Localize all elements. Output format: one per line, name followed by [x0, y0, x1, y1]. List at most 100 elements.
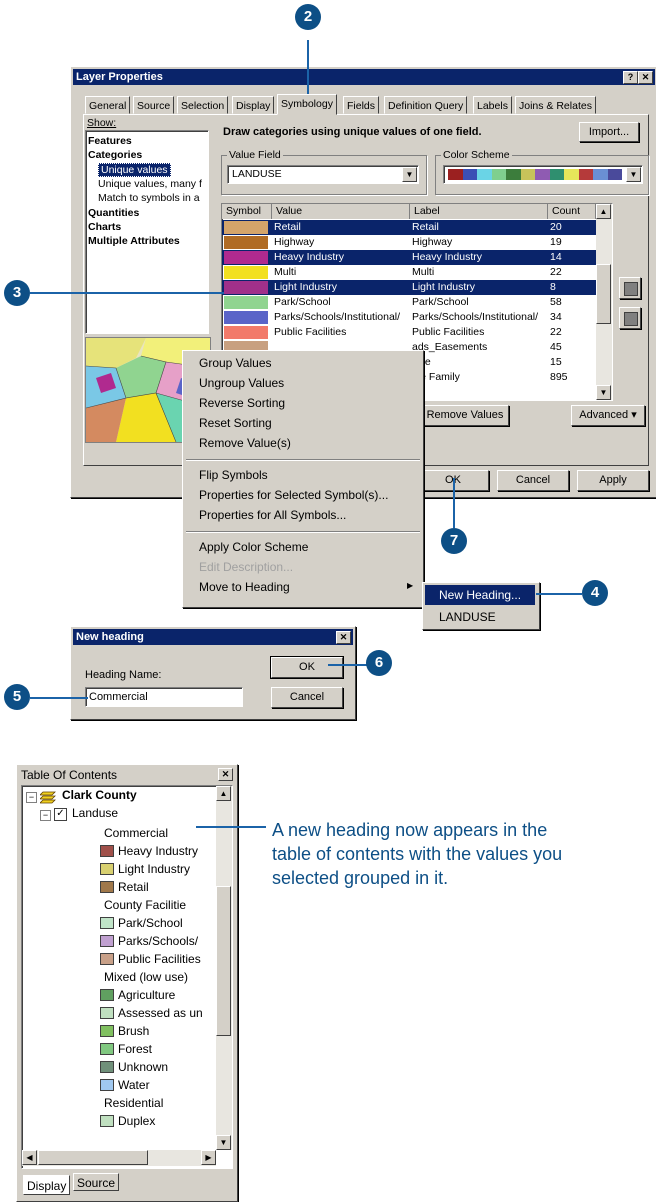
symbol-swatch[interactable]: [224, 311, 268, 324]
table-row[interactable]: Heavy Industry Heavy Industry 14: [222, 250, 596, 265]
scroll-left-icon[interactable]: ◀: [22, 1150, 37, 1165]
tab-definition-query[interactable]: Definition Query: [384, 96, 468, 114]
legend-swatch[interactable]: [100, 935, 114, 947]
toc-class-label[interactable]: Unknown: [118, 1058, 168, 1076]
tab-display[interactable]: Display: [232, 96, 275, 114]
scroll-up-icon[interactable]: ▲: [216, 786, 231, 801]
help-icon[interactable]: ?: [623, 71, 638, 84]
column-header-symbol[interactable]: Symbol: [222, 204, 272, 219]
legend-swatch[interactable]: [100, 1079, 114, 1091]
column-header-value[interactable]: Value: [272, 204, 410, 219]
chevron-down-icon[interactable]: ▼: [626, 167, 641, 182]
toc-class-label[interactable]: Agriculture: [118, 986, 175, 1004]
toc-class-label[interactable]: Public Facilities: [118, 950, 201, 968]
show-tree-item[interactable]: Multiple Attributes: [88, 235, 180, 247]
table-row[interactable]: Multi Multi 22: [222, 265, 596, 280]
toc-class-label[interactable]: Forest: [118, 1040, 152, 1058]
cancel-button[interactable]: Cancel: [497, 470, 569, 491]
symbol-swatch[interactable]: [224, 251, 268, 264]
menu-item[interactable]: Group Values: [199, 353, 272, 373]
symbol-swatch[interactable]: [224, 236, 268, 249]
symbol-swatch[interactable]: [224, 281, 268, 294]
toc-heading[interactable]: Mixed (low use): [104, 968, 188, 986]
table-row[interactable]: Public Facilities Public Facilities 22: [222, 325, 596, 340]
toc-class-label[interactable]: Assessed as un: [118, 1004, 203, 1022]
tab-toc-display[interactable]: Display: [23, 1175, 71, 1195]
collapse-map-icon[interactable]: −: [26, 792, 37, 803]
tab-symbology[interactable]: Symbology: [277, 94, 337, 115]
symbol-swatch[interactable]: [224, 266, 268, 279]
scroll-thumb[interactable]: [216, 886, 231, 1036]
legend-swatch[interactable]: [100, 881, 114, 893]
toc-vscrollbar[interactable]: ▲ ▼: [216, 786, 232, 1150]
close-icon[interactable]: ✕: [218, 768, 233, 781]
tab-general[interactable]: General: [85, 96, 131, 114]
menu-item[interactable]: Reverse Sorting: [199, 393, 285, 413]
legend-swatch[interactable]: [100, 1115, 114, 1127]
toc-heading[interactable]: Commercial: [104, 824, 168, 842]
menu-item[interactable]: Reset Sorting: [199, 413, 272, 433]
legend-swatch[interactable]: [100, 1007, 114, 1019]
tab-selection[interactable]: Selection: [177, 96, 229, 114]
table-row[interactable]: Highway Highway 19: [222, 235, 596, 250]
dialog-cancel-button[interactable]: Cancel: [271, 687, 343, 708]
tab-toc-source[interactable]: Source: [73, 1173, 120, 1191]
import-button[interactable]: Import...: [579, 122, 639, 142]
show-tree-item[interactable]: Match to symbols in a: [98, 192, 200, 204]
toc-class-label[interactable]: Light Industry: [118, 860, 190, 878]
tab-labels[interactable]: Labels: [473, 96, 512, 114]
hscroll-thumb[interactable]: [38, 1150, 148, 1165]
menu-item-apply-color-scheme[interactable]: Apply Color Scheme: [199, 537, 308, 557]
scroll-thumb[interactable]: [596, 264, 611, 324]
toc-heading[interactable]: County Facilitie: [104, 896, 186, 914]
toc-hscrollbar[interactable]: ◀ ▶: [22, 1150, 216, 1166]
menu-item[interactable]: Remove Value(s): [199, 433, 291, 453]
column-header-count[interactable]: Count: [548, 204, 596, 219]
toc-class-label[interactable]: Duplex: [118, 1112, 155, 1130]
toc-class-label[interactable]: Retail: [118, 878, 149, 896]
symbol-swatch[interactable]: [224, 326, 268, 339]
legend-swatch[interactable]: [100, 1043, 114, 1055]
toc-heading[interactable]: Residential: [104, 1094, 163, 1112]
legend-swatch[interactable]: [100, 863, 114, 875]
color-scheme-select[interactable]: ▼: [443, 165, 643, 184]
legend-swatch[interactable]: [100, 1061, 114, 1073]
toc-class-label[interactable]: Park/School: [118, 914, 183, 932]
move-up-button[interactable]: [619, 277, 641, 299]
advanced-button[interactable]: Advanced ▾: [571, 405, 645, 426]
scroll-right-icon[interactable]: ▶: [201, 1150, 216, 1165]
submenu-landuse[interactable]: LANDUSE: [425, 607, 535, 627]
show-tree-item[interactable]: Unique values, many f: [98, 178, 202, 190]
map-name[interactable]: Clark County: [62, 788, 137, 802]
legend-swatch[interactable]: [100, 917, 114, 929]
table-scrollbar[interactable]: ▲ ▼: [596, 204, 612, 400]
menu-item[interactable]: Properties for Selected Symbol(s)...: [199, 485, 388, 505]
tab-joins-relates[interactable]: Joins & Relates: [515, 96, 596, 114]
dialog-ok-button[interactable]: OK: [270, 656, 344, 679]
symbol-swatch[interactable]: [224, 296, 268, 309]
tab-source[interactable]: Source: [133, 96, 175, 114]
column-header-label[interactable]: Label: [410, 204, 548, 219]
toc-class-label[interactable]: Brush: [118, 1022, 149, 1040]
move-down-button[interactable]: [619, 307, 641, 329]
show-tree-item[interactable]: Categories: [88, 149, 142, 161]
toc-class-label[interactable]: Heavy Industry: [118, 842, 198, 860]
apply-button[interactable]: Apply: [577, 470, 649, 491]
tab-fields[interactable]: Fields: [343, 96, 380, 114]
heading-name-input[interactable]: Commercial: [85, 687, 243, 707]
layer-name[interactable]: Landuse: [72, 806, 118, 820]
close-icon[interactable]: ✕: [336, 631, 351, 644]
table-row[interactable]: Retail Retail 20: [222, 220, 596, 235]
legend-swatch[interactable]: [100, 1025, 114, 1037]
menu-item-move-to-heading[interactable]: Move to Heading: [199, 577, 290, 597]
toc-class-label[interactable]: Parks/Schools/: [118, 932, 198, 950]
scroll-down-icon[interactable]: ▼: [216, 1135, 231, 1150]
legend-swatch[interactable]: [100, 845, 114, 857]
table-row[interactable]: Parks/Schools/Institutional/Parks/School…: [222, 310, 596, 325]
table-row[interactable]: Light Industry Light Industry 8: [222, 280, 596, 295]
table-row[interactable]: Park/School Park/School 58: [222, 295, 596, 310]
show-tree-item[interactable]: Charts: [88, 221, 121, 233]
menu-item[interactable]: Flip Symbols: [199, 465, 268, 485]
value-field-select[interactable]: LANDUSE ▼: [227, 165, 419, 184]
scroll-down-icon[interactable]: ▼: [596, 385, 611, 400]
